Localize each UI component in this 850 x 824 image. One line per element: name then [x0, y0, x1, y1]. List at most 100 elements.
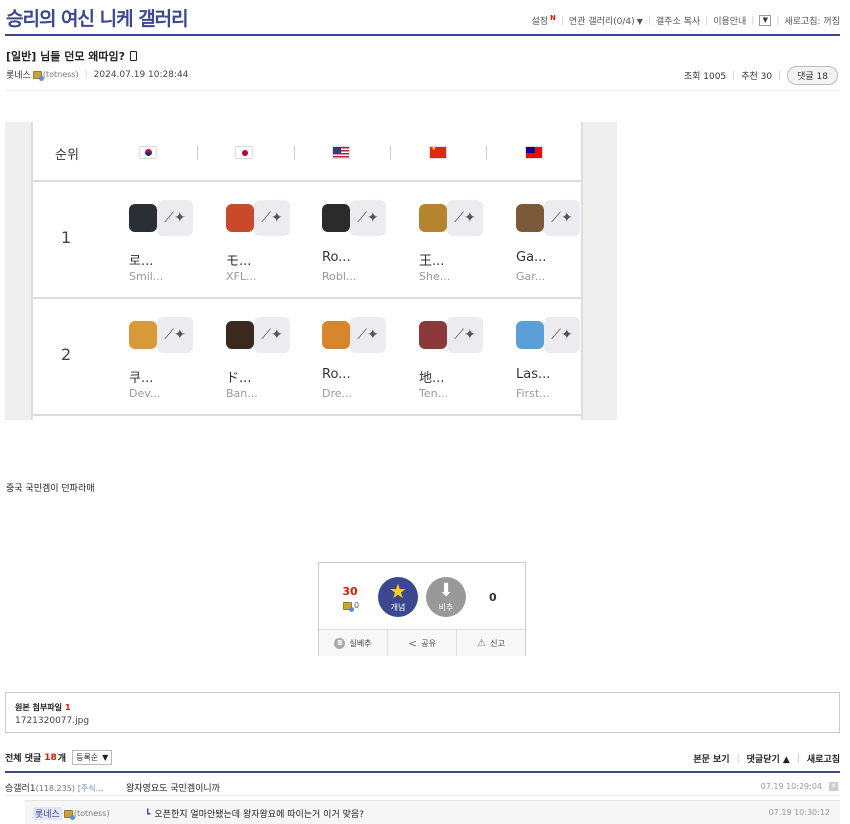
attachment-file-link[interactable]: 1721320077.jpg	[15, 716, 89, 726]
app-icon	[322, 321, 350, 349]
upvote-button[interactable]: ★ 개념	[378, 577, 418, 617]
author-id: (totness)	[42, 70, 79, 79]
china-flag-icon	[429, 145, 447, 159]
post-title: [일반] 님들 던모 왜따임?	[6, 48, 138, 64]
app-icon	[419, 321, 447, 349]
reply-nick[interactable]: 롯네스 (totness)	[33, 807, 110, 820]
app-name: Las...	[516, 367, 551, 382]
trend-icon: ⟋✦	[350, 200, 386, 236]
fixed-upvote-count: 0	[341, 601, 359, 612]
post-meta: 롯네스 (totness) | 2024.07.19 10:28:44	[6, 68, 189, 82]
downvote-count: 0	[489, 591, 497, 604]
refresh-toggle[interactable]: 새로고침: 꺼짐	[784, 14, 840, 27]
app-developer: Ten...	[419, 387, 449, 400]
top-menu: 설정 N | 연관 갤러리(0/4) ▼ | 갤주소 복사 | 이용안내 | ▼ |…	[531, 14, 840, 27]
post-stats: 조회 1005 | 추천 30 | 댓글 18	[684, 66, 838, 85]
close-comments-link[interactable]: 댓글닫기 ▲	[747, 752, 790, 765]
taiwan-flag-icon	[525, 146, 543, 159]
rank-row: 1 ⟋✦ 로... Smil... ⟋✦ モ... XFL... ⟋✦ Ro..…	[33, 182, 581, 299]
app-icon	[516, 321, 544, 349]
app-developer: Dev...	[129, 387, 161, 400]
usa-flag-icon	[332, 146, 350, 159]
related-gallery-dropdown[interactable]: 연관 갤러리(0/4) ▼	[569, 14, 643, 27]
downvote-button[interactable]: ⬇ 비추	[426, 577, 466, 617]
mobile-icon	[130, 51, 138, 61]
trend-icon: ⟋✦	[157, 317, 193, 353]
japan-flag-icon	[235, 146, 253, 159]
fixed-nick-icon	[63, 809, 75, 820]
app-developer: Gar...	[516, 270, 546, 283]
comments-header: 전체 댓글 18 개 등록순 ▼	[5, 750, 113, 765]
app-name: Ga...	[516, 250, 547, 265]
delete-icon[interactable]: ✕	[829, 782, 838, 791]
settings-link[interactable]: 설정 N	[531, 14, 555, 27]
app-icon	[129, 321, 157, 349]
app-icon	[129, 204, 157, 232]
reply-text: ┗ 오픈한지 얼마안됐는데 왕자왕요에 따이는거 이거 맞음?	[145, 810, 364, 820]
comments-links: 본문 보기 | 댓글닫기 ▲ | 새로고침	[693, 752, 840, 766]
new-badge: N	[550, 14, 556, 22]
ranking-card: 순위 1 ⟋✦ 로... Smil... ⟋✦ モ... XFL..	[31, 122, 583, 420]
korea-flag-icon	[139, 146, 157, 159]
upvote-count: 30	[342, 585, 358, 598]
attachment-box: 원본 첨부파일 1 1721320077.jpg	[5, 692, 840, 733]
app-name: Ro...	[322, 367, 351, 382]
triangle-down-icon: ▼	[102, 753, 109, 762]
share-icon: <	[408, 636, 418, 650]
comment-count-button[interactable]: 댓글 18	[787, 66, 838, 85]
app-developer: Smil...	[129, 270, 164, 283]
ranking-header: 순위	[33, 122, 581, 182]
attachment-title: 원본 첨부파일 1	[15, 703, 71, 712]
refresh-comments-link[interactable]: 새로고침	[807, 752, 840, 765]
recommend-box: 30 0 ★ 개념 ⬇ 비추 0 B 실베추 < 공유 ⚠ 신고	[318, 562, 526, 656]
app-name: モ...	[226, 254, 252, 269]
post-body-text: 중국 국민겜이 던파라매	[6, 484, 95, 494]
star-icon: ★	[389, 579, 407, 603]
rank-row: 2 ⟋✦ 쿠... Dev... ⟋✦ ド... Ban... ⟋✦ Ro...…	[33, 299, 581, 416]
reply-arrow-icon: ┗	[145, 810, 151, 820]
trend-icon: ⟋✦	[447, 317, 483, 353]
recommend-count: 추천 30	[741, 72, 773, 82]
app-icon	[419, 204, 447, 232]
app-icon	[322, 204, 350, 232]
trend-icon: ⟋✦	[157, 200, 193, 236]
arrow-down-icon: ⬇	[438, 580, 454, 601]
rank-number: 1	[61, 228, 72, 247]
silbechu-button[interactable]: B 실베추	[319, 630, 388, 656]
app-icon	[226, 321, 254, 349]
author-nick[interactable]: 롯네스	[6, 68, 31, 81]
report-button[interactable]: ⚠ 신고	[457, 630, 525, 656]
trend-icon: ⟋✦	[254, 200, 290, 236]
trend-icon: ⟋✦	[447, 200, 483, 236]
trend-icon: ⟋✦	[350, 317, 386, 353]
guide-link[interactable]: 이용안내	[713, 14, 746, 27]
share-button[interactable]: < 공유	[388, 630, 457, 656]
comment-sort-select[interactable]: 등록순 ▼	[72, 750, 113, 765]
comment-text: 왕자영요도 국민겜이니까	[126, 784, 220, 794]
trend-icon: ⟋✦	[254, 317, 290, 353]
triangle-down-icon: ▼	[636, 17, 643, 26]
copy-url-link[interactable]: 갤주소 복사	[656, 14, 700, 27]
reply-item: 롯네스 (totness) ┗ 오픈한지 얼마안됐는데 왕자왕요에 따이는거 이거 …	[25, 800, 840, 824]
app-developer: Ban...	[226, 387, 258, 400]
app-name: 王...	[419, 254, 445, 269]
triangle-up-icon: ▲	[782, 755, 790, 765]
app-icon	[516, 204, 544, 232]
app-name: ド...	[226, 371, 252, 386]
post-title-text: [일반] 님들 던모 왜따임?	[6, 50, 126, 63]
gallery-title[interactable]: 승리의 여신 니케 갤러리	[6, 4, 189, 31]
meta-divider	[5, 90, 840, 91]
comments-divider	[5, 771, 840, 773]
view-body-link[interactable]: 본문 보기	[693, 752, 729, 765]
comment-nick[interactable]: 승갤러1(118.235) [주식...	[5, 781, 103, 794]
post-date: 2024.07.19 10:28:44	[93, 69, 189, 80]
comment-item: 승갤러1(118.235) [주식... 왕자영요도 국민겜이니까 07.19 …	[5, 776, 840, 796]
view-count: 조회 1005	[683, 72, 727, 82]
menu-dropdown-icon[interactable]: ▼	[759, 15, 772, 26]
post-image: 순위 1 ⟋✦ 로... Smil... ⟋✦ モ... XFL..	[5, 122, 617, 420]
comment-date: 07.19 10:29:04	[760, 782, 822, 791]
siren-icon: ⚠	[477, 637, 487, 649]
app-developer: Robl...	[322, 270, 357, 283]
app-name: 로...	[129, 254, 154, 269]
app-developer: XFL...	[226, 270, 257, 283]
